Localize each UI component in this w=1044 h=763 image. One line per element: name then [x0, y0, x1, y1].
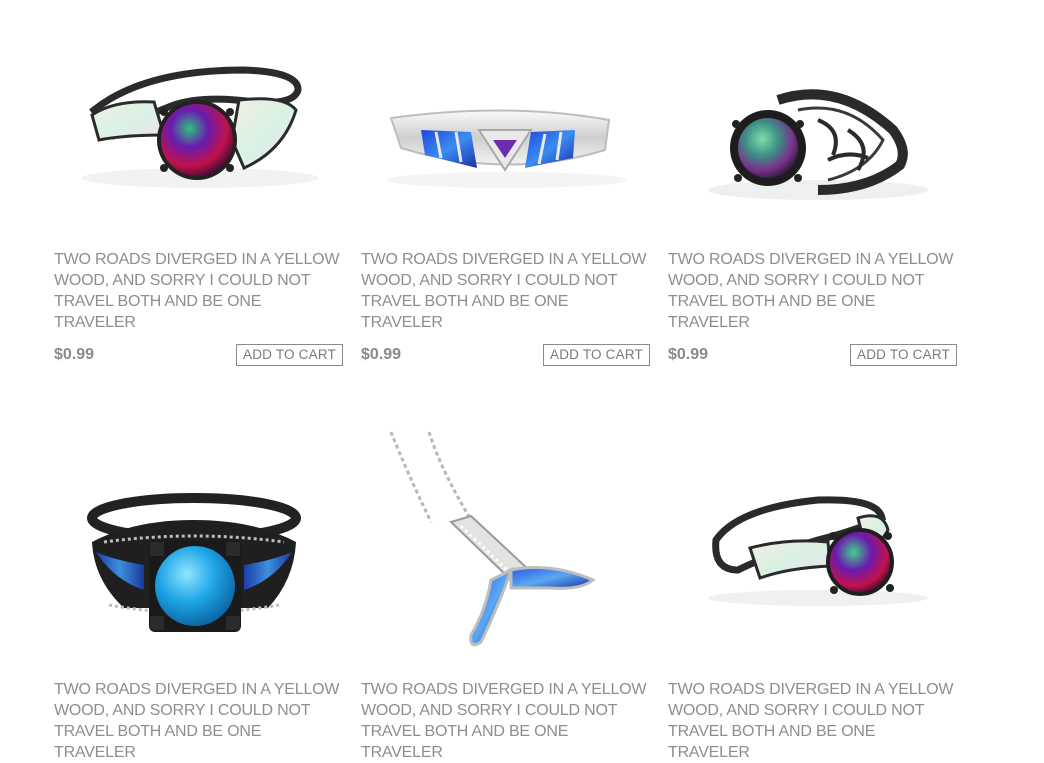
add-to-cart-button[interactable]: ADD TO CART — [236, 344, 343, 366]
product-title[interactable]: TWO ROADS DIVERGED IN A YELLOW WOOD, AND… — [54, 679, 346, 763]
product-title[interactable]: TWO ROADS DIVERGED IN A YELLOW WOOD, AND… — [668, 679, 960, 763]
product-image-opal-ring-mystic[interactable] — [668, 430, 960, 650]
product-price: $0.99 — [361, 346, 402, 363]
product-title[interactable]: TWO ROADS DIVERGED IN A YELLOW WOOD, AND… — [361, 249, 653, 333]
add-to-cart-button[interactable]: ADD TO CART — [543, 344, 650, 366]
product-image-filigree-ring[interactable] — [668, 40, 960, 260]
product-image-whale-tail-necklace[interactable] — [361, 430, 653, 650]
product-price: $0.99 — [54, 346, 95, 363]
product-image-blue-topaz-ring[interactable] — [54, 430, 346, 650]
product-image-black-opal-ring[interactable] — [54, 40, 346, 260]
add-to-cart-button[interactable]: ADD TO CART — [850, 344, 957, 366]
product-image-opal-bangle[interactable] — [361, 40, 653, 260]
product-title[interactable]: TWO ROADS DIVERGED IN A YELLOW WOOD, AND… — [54, 249, 346, 333]
product-title[interactable]: TWO ROADS DIVERGED IN A YELLOW WOOD, AND… — [361, 679, 653, 763]
product-price: $0.99 — [668, 346, 709, 363]
product-title[interactable]: TWO ROADS DIVERGED IN A YELLOW WOOD, AND… — [668, 249, 960, 333]
